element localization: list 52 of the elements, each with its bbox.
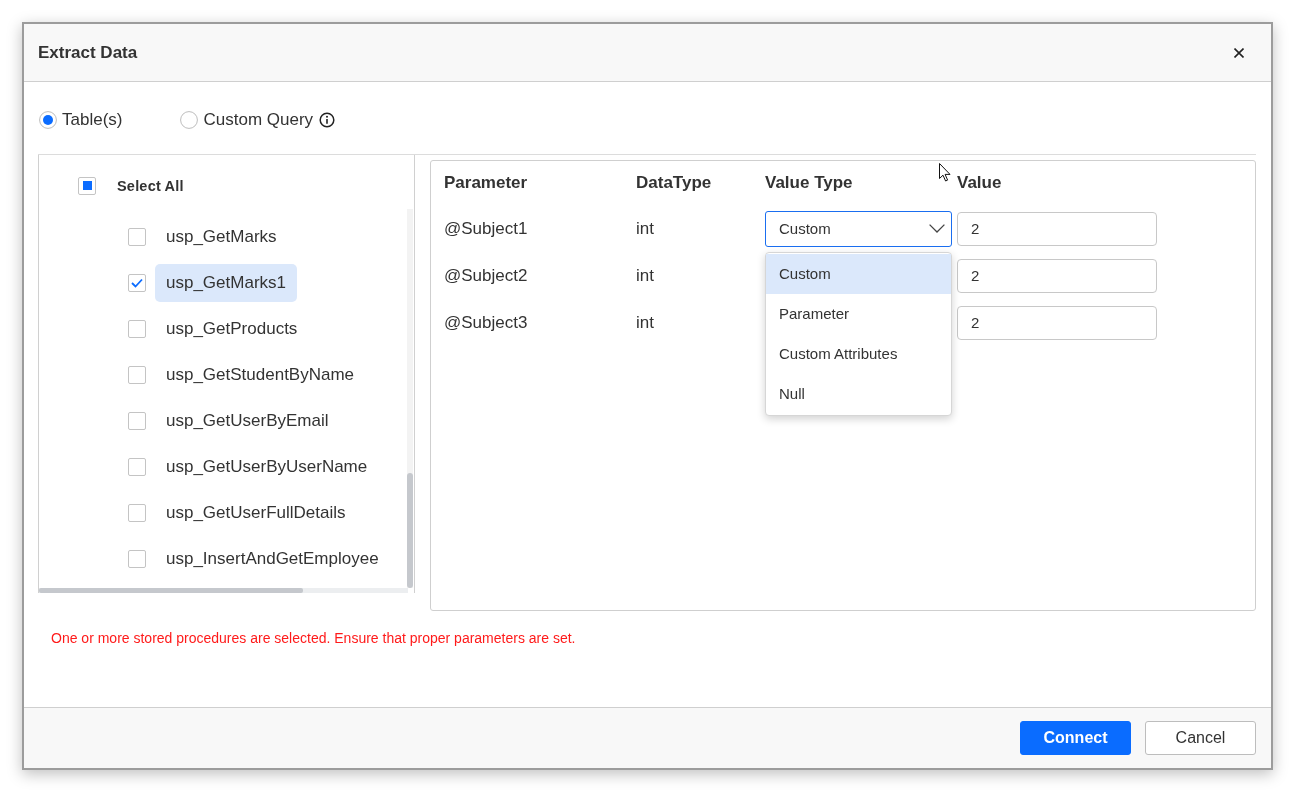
procedure-item[interactable]: usp_GetMarks1: [155, 264, 297, 302]
dialog-title: Extract Data: [38, 42, 138, 63]
column-header: Value: [957, 173, 1003, 193]
scrollbar-thumb[interactable]: [39, 588, 303, 593]
procedure-item[interactable]: usp_GetStudentByName: [155, 356, 366, 394]
table-cell-text: int: [636, 265, 655, 286]
checkbox[interactable]: [128, 320, 146, 338]
checkbox[interactable]: [78, 176, 96, 195]
info-icon[interactable]: [319, 112, 336, 128]
vertical-scrollbar-track[interactable]: [407, 209, 413, 588]
checkbox[interactable]: [128, 412, 146, 430]
checkbox[interactable]: [128, 458, 146, 476]
menu-option[interactable]: Custom: [766, 253, 951, 294]
column-header: Parameter: [444, 173, 529, 193]
procedure-item[interactable]: usp_GetMarks: [155, 218, 288, 256]
menu-option[interactable]: Custom Attributes: [766, 333, 951, 374]
column-header: DataType: [636, 173, 713, 193]
menu-option[interactable]: Null: [766, 373, 951, 414]
checkmark-icon: [131, 278, 143, 288]
value-field[interactable]: 2: [957, 305, 1157, 340]
checkbox[interactable]: [128, 366, 146, 384]
column-header: Value Type: [765, 173, 854, 193]
procedure-item[interactable]: usp_GetUserFullDetails: [155, 494, 357, 532]
chevron-down-icon: [929, 224, 945, 233]
checkbox[interactable]: [128, 228, 146, 246]
radio-option[interactable]: Custom Query: [180, 110, 314, 130]
checkbox[interactable]: [128, 504, 146, 522]
value-type-dropdown[interactable]: Custom: [765, 210, 952, 247]
radio-option[interactable]: Table(s): [39, 110, 123, 130]
horizontal-scrollbar-track[interactable]: [39, 588, 408, 593]
procedure-item[interactable]: usp_GetUserByUserName: [155, 448, 379, 486]
cancel-button[interactable]: Cancel: [1145, 721, 1256, 755]
scrollbar-thumb[interactable]: [407, 473, 413, 588]
close-icon: [1234, 47, 1244, 58]
value-field[interactable]: 2: [957, 211, 1157, 246]
menu-option[interactable]: Parameter: [766, 293, 951, 334]
procedure-item[interactable]: usp_InsertAndGetEmployee: [155, 540, 390, 578]
procedure-item[interactable]: usp_GetUserByEmail: [155, 402, 340, 440]
table-cell-text: int: [636, 312, 655, 333]
table-cell-text: @Subject2: [444, 265, 529, 286]
mouse-pointer-icon: [939, 163, 951, 182]
value-field[interactable]: 2: [957, 258, 1157, 293]
connect-button[interactable]: Connect: [1020, 721, 1131, 755]
procedure-item[interactable]: usp_GetProducts: [155, 310, 309, 348]
select-all-label[interactable]: Select All: [117, 177, 184, 194]
table-cell-text: int: [636, 218, 655, 239]
table-cell-text: @Subject1: [444, 218, 529, 239]
warning-message: One or more stored procedures are selected. Ensure that proper parameters are set.: [50, 629, 577, 647]
checkbox[interactable]: [128, 550, 146, 568]
filled-square-icon: [82, 181, 92, 190]
table-cell-text: @Subject3: [444, 312, 529, 333]
checkbox[interactable]: [128, 274, 146, 292]
